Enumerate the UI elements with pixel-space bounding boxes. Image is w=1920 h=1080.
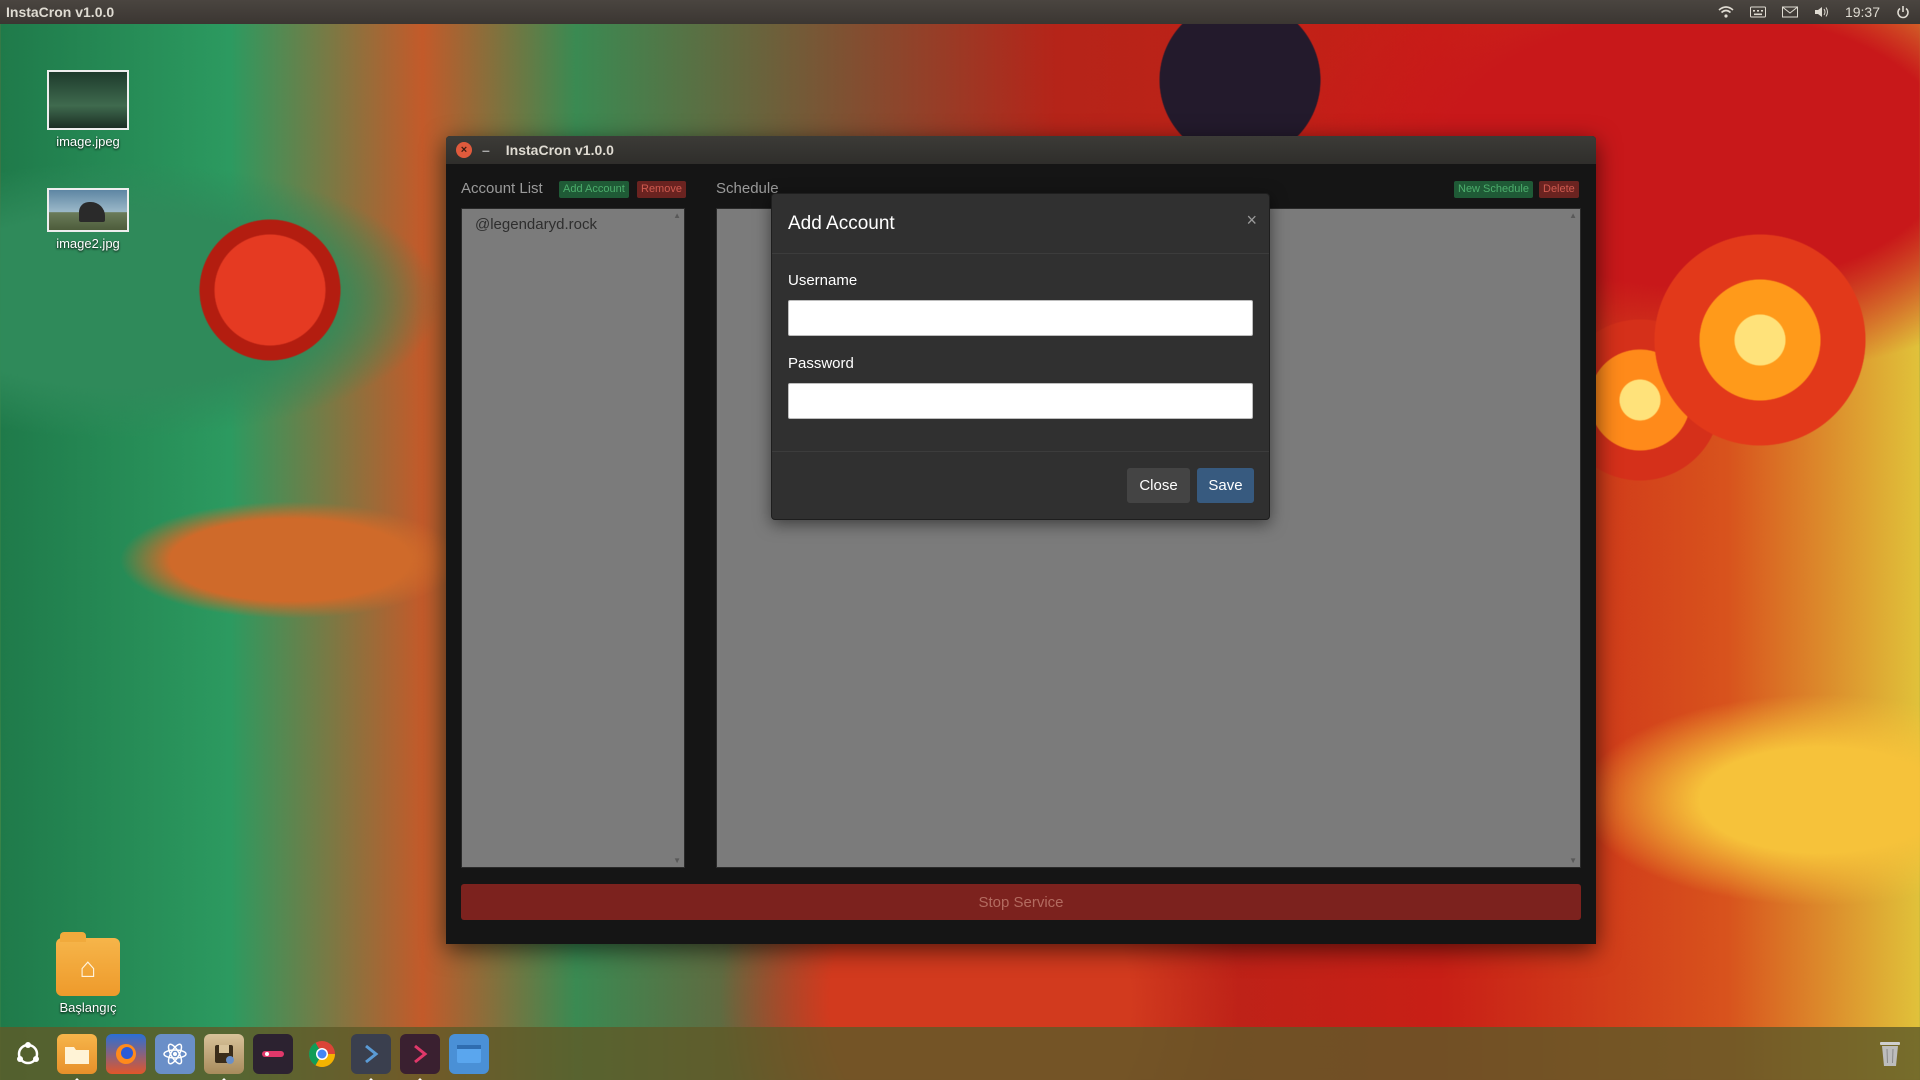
terminal-icon[interactable] — [400, 1033, 440, 1080]
desktop-icon-home-folder[interactable]: ⌂ Başlangıç — [40, 932, 136, 1015]
trash-icon[interactable] — [1872, 1033, 1908, 1073]
scroll-up-icon[interactable]: ▲ — [673, 211, 681, 220]
app-icon[interactable] — [253, 1033, 293, 1074]
image-thumbnail-icon — [47, 188, 129, 232]
username-label: Username — [788, 272, 858, 289]
launcher-bar — [0, 1027, 1920, 1080]
indicator-area: 19:37 — [1717, 4, 1920, 20]
save-button[interactable]: Save — [1197, 468, 1254, 503]
dialog-footer: Close Save — [772, 451, 1269, 519]
username-input[interactable] — [788, 300, 1253, 336]
window-minimize-icon[interactable]: – — [482, 142, 490, 158]
window-titlebar[interactable]: × – InstaCron v1.0.0 — [446, 136, 1596, 164]
add-account-button[interactable]: Add Account — [559, 181, 629, 198]
schedule-label: Schedule — [716, 180, 779, 197]
add-account-dialog: Add Account × Username Password Close Sa… — [771, 193, 1270, 520]
files-icon[interactable] — [57, 1033, 97, 1080]
desktop-icon-image2-jpg[interactable]: image2.jpg — [40, 188, 136, 251]
desktop-icon-label: image.jpeg — [56, 134, 120, 149]
close-button[interactable]: Close — [1127, 468, 1190, 503]
keyboard-icon[interactable] — [1749, 5, 1767, 19]
window-close-icon[interactable]: × — [456, 142, 472, 158]
top-panel: InstaCron v1.0.0 19:37 — [0, 0, 1920, 24]
desktop-icon-label: image2.jpg — [56, 236, 120, 251]
window-title: InstaCron v1.0.0 — [505, 142, 614, 158]
desktop-icon-label: Başlangıç — [59, 1000, 117, 1015]
account-list-item[interactable]: @legendaryd.rock — [475, 216, 597, 233]
code-icon[interactable] — [351, 1033, 391, 1080]
clock[interactable]: 19:37 — [1845, 4, 1880, 20]
atom-icon[interactable] — [155, 1033, 195, 1074]
firefox-icon[interactable] — [106, 1033, 146, 1074]
mail-icon[interactable] — [1781, 5, 1799, 19]
dialog-header: Add Account × — [772, 194, 1269, 254]
scroll-up-icon[interactable]: ▲ — [1569, 211, 1577, 220]
dialog-close-icon[interactable]: × — [1246, 210, 1257, 231]
home-folder-icon: ⌂ — [56, 932, 120, 996]
scroll-down-icon[interactable]: ▼ — [673, 856, 681, 865]
dialog-title: Add Account — [788, 213, 895, 234]
account-list[interactable]: @legendaryd.rock ▲ ▼ — [461, 208, 685, 868]
new-schedule-button[interactable]: New Schedule — [1454, 181, 1533, 198]
account-list-label: Account List — [461, 180, 543, 197]
password-input[interactable] — [788, 383, 1253, 419]
wifi-icon[interactable] — [1717, 5, 1735, 19]
delete-schedule-button[interactable]: Delete — [1539, 181, 1579, 198]
password-label: Password — [788, 355, 854, 372]
system-tools-icon[interactable] — [204, 1033, 244, 1080]
image-thumbnail-icon — [47, 70, 129, 130]
stop-service-button[interactable]: Stop Service — [461, 884, 1581, 920]
chrome-icon[interactable] — [302, 1034, 342, 1074]
window-icon[interactable] — [449, 1033, 489, 1074]
active-app-title: InstaCron v1.0.0 — [6, 4, 115, 20]
desktop-icon-image-jpeg[interactable]: image.jpeg — [40, 70, 136, 149]
volume-icon[interactable] — [1813, 5, 1831, 19]
ubuntu-logo-icon[interactable] — [8, 1034, 48, 1074]
remove-account-button[interactable]: Remove — [637, 181, 686, 198]
power-icon[interactable] — [1894, 5, 1912, 19]
scroll-down-icon[interactable]: ▼ — [1569, 856, 1577, 865]
